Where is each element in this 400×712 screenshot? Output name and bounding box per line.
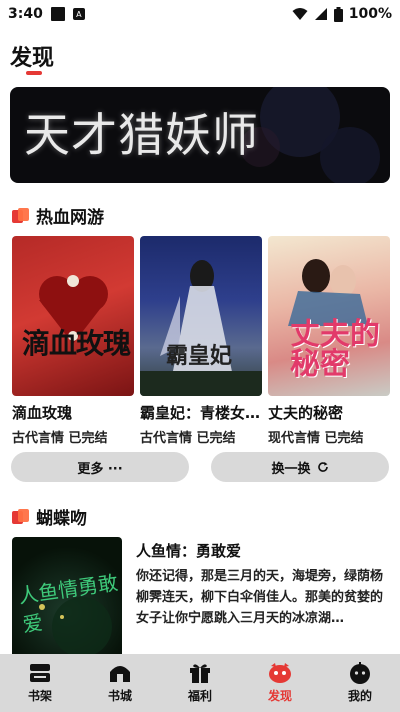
wifi-icon bbox=[292, 8, 308, 20]
refresh-icon bbox=[317, 462, 328, 472]
bottom-nav: 书架 书城 福利 发现 我的 bbox=[0, 654, 400, 712]
section-title: 蝴蝶吻 bbox=[36, 509, 87, 529]
nav-item-bookstore[interactable]: 书城 bbox=[80, 654, 160, 712]
banner[interactable]: 天才猎妖师 bbox=[10, 87, 390, 183]
notification-icon bbox=[50, 7, 65, 21]
book-row: 滴血玫瑰 滴血玫瑰 古代言情 已完结 霸皇妃 霸皇妃：青楼女… 古代言情 已完结… bbox=[12, 236, 390, 446]
more-button[interactable]: 更多 ··· bbox=[11, 452, 189, 482]
nav-label: 发现 bbox=[267, 689, 292, 703]
more-button-label: 更多 ··· bbox=[77, 461, 123, 477]
book-name: 滴血玫瑰 bbox=[12, 404, 73, 422]
book-card[interactable]: 滴血玫瑰 滴血玫瑰 古代言情 已完结 bbox=[12, 236, 134, 446]
feature-description: 你还记得，那是三月的天，海堤旁，绿荫杨柳霁连天，柳下白伞俏佳人。那美的贫婪的女子… bbox=[136, 569, 384, 626]
book-cover-title: 丈夫的秘密 bbox=[290, 317, 380, 382]
title-underline bbox=[26, 71, 42, 75]
nav-label: 福利 bbox=[187, 689, 212, 703]
figure-icon bbox=[140, 260, 262, 396]
book-meta: 古代言情 已完结 bbox=[140, 431, 236, 446]
bookstore-icon bbox=[110, 666, 130, 682]
nav-label: 书城 bbox=[107, 689, 132, 703]
page-title: 发现 bbox=[10, 46, 55, 71]
nav-item-profile[interactable]: 我的 bbox=[320, 654, 400, 712]
bookshelf-icon bbox=[30, 664, 50, 682]
rose-icon bbox=[39, 275, 108, 344]
nav-item-welfare[interactable]: 福利 bbox=[160, 654, 240, 712]
book-name: 霸皇妃：青楼女… bbox=[140, 404, 261, 422]
book-name: 丈夫的秘密 bbox=[268, 404, 344, 422]
section-header-butterfly-kiss: 蝴蝶吻 bbox=[12, 504, 87, 529]
battery-icon bbox=[333, 6, 343, 22]
swap-button[interactable]: 换一换 bbox=[211, 452, 389, 482]
book-cover: 霸皇妃 bbox=[140, 236, 262, 396]
status-right: 100% bbox=[292, 6, 392, 22]
section-header-hot-games: 热血网游 bbox=[12, 203, 104, 228]
banner-title: 天才猎妖师 bbox=[24, 108, 259, 162]
book-meta: 古代言情 已完结 bbox=[12, 431, 108, 446]
book-cover-title: 滴血玫瑰 bbox=[22, 327, 131, 360]
nav-label: 书架 bbox=[27, 689, 52, 703]
nav-item-discover[interactable]: 发现 bbox=[240, 654, 320, 712]
book-cover: 滴血玫瑰 bbox=[12, 236, 134, 396]
nav-item-bookshelf[interactable]: 书架 bbox=[0, 654, 80, 712]
book-card[interactable]: 霸皇妃 霸皇妃：青楼女… 古代言情 已完结 bbox=[140, 236, 262, 446]
swap-button-label: 换一换 bbox=[271, 461, 311, 477]
book-cover-title: 霸皇妃 bbox=[166, 343, 233, 369]
status-bar: 3:40 A 100% bbox=[0, 0, 400, 28]
book-meta: 现代言情 已完结 bbox=[268, 431, 364, 446]
feature-title[interactable]: 人鱼情：勇敢爱 bbox=[136, 540, 241, 561]
nav-label: 我的 bbox=[347, 689, 372, 703]
section-icon bbox=[12, 508, 30, 525]
book-card[interactable]: 丈夫的秘密 丈夫的秘密 现代言情 已完结 bbox=[268, 236, 390, 446]
gift-icon bbox=[190, 664, 210, 683]
app-notification-icon: A bbox=[72, 8, 85, 20]
discover-icon bbox=[269, 663, 291, 683]
section-title: 热血网游 bbox=[36, 208, 104, 228]
feature-cover[interactable]: 人鱼情勇敢爱 bbox=[12, 537, 122, 662]
signal-icon bbox=[314, 8, 327, 20]
status-time: 3:40 bbox=[8, 6, 43, 22]
book-cover: 丈夫的秘密 bbox=[268, 236, 390, 396]
battery-percent: 100% bbox=[348, 6, 392, 22]
profile-icon bbox=[350, 662, 370, 684]
section-icon bbox=[12, 207, 30, 224]
